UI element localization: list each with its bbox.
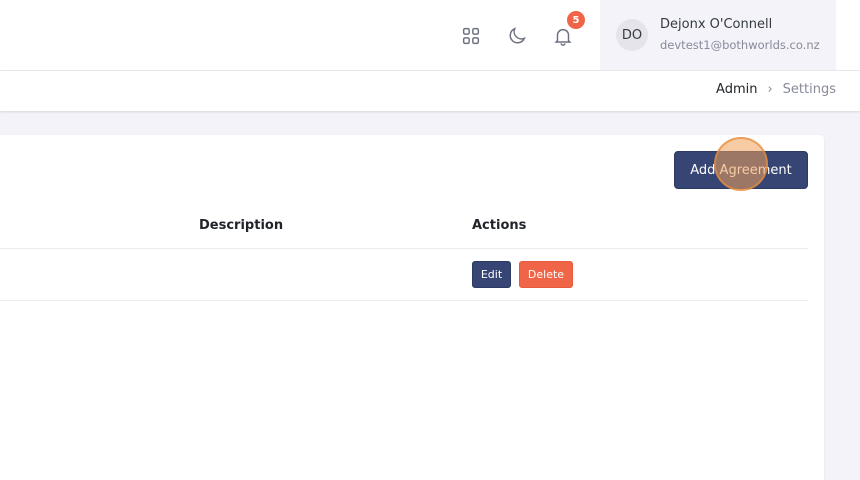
- column-header-actions: Actions: [472, 218, 527, 233]
- table-header-divider: [0, 248, 808, 249]
- breadcrumb-bar: Admin › Settings: [0, 71, 860, 111]
- top-header: 5 DO Dejonx O'Connell devtest1@bothworld…: [0, 0, 860, 71]
- delete-button[interactable]: Delete: [519, 261, 573, 288]
- grid-icon: [462, 27, 480, 45]
- breadcrumb: Admin › Settings: [716, 82, 836, 97]
- user-info: Dejonx O'Connell devtest1@bothworlds.co.…: [660, 16, 820, 54]
- add-agreement-button[interactable]: Add Agreement: [674, 151, 808, 189]
- edit-button[interactable]: Edit: [472, 261, 511, 288]
- breadcrumb-admin-link[interactable]: Admin: [716, 82, 757, 97]
- theme-toggle-button[interactable]: [501, 20, 533, 52]
- notifications-button[interactable]: 5: [547, 11, 585, 52]
- column-header-description: Description: [199, 218, 284, 233]
- table-row-divider: [0, 300, 808, 301]
- avatar: DO: [616, 19, 648, 51]
- user-email: devtest1@bothworlds.co.nz: [660, 38, 820, 52]
- user-profile-dropdown[interactable]: DO Dejonx O'Connell devtest1@bothworlds.…: [600, 0, 836, 70]
- notification-count-badge: 5: [567, 11, 585, 29]
- user-name: Dejonx O'Connell: [660, 17, 773, 32]
- chevron-right-icon: ›: [767, 82, 773, 97]
- breadcrumb-settings: Settings: [782, 82, 836, 97]
- apps-grid-button[interactable]: [455, 20, 487, 52]
- bell-icon: [554, 28, 572, 46]
- moon-icon: [509, 27, 526, 44]
